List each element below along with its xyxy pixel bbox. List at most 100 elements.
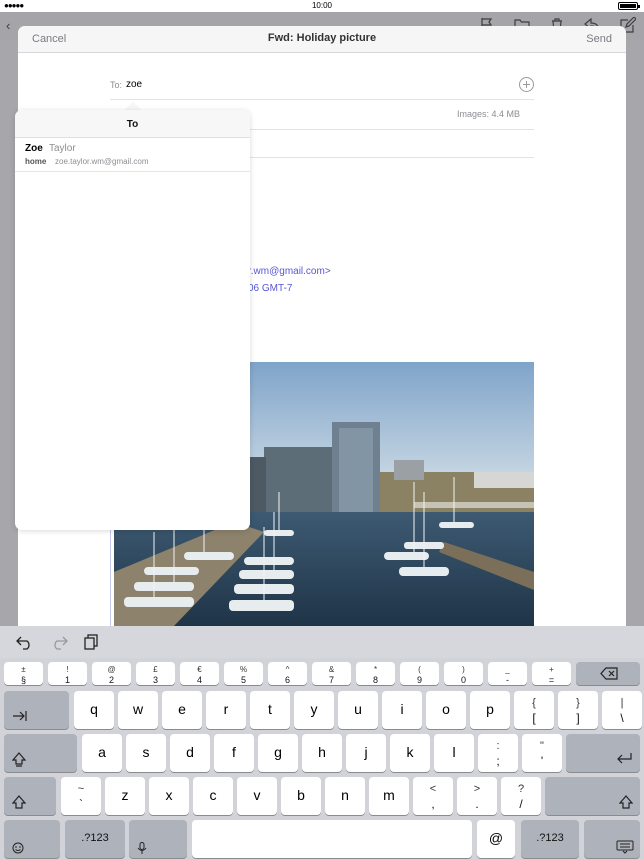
number-key[interactable]: ! 1 [48,662,87,685]
letter-key[interactable]: j [346,734,386,772]
letter-key[interactable]: l [434,734,474,772]
letter-key[interactable]: h [302,734,342,772]
number-key[interactable]: ± § [4,662,43,685]
letter-key[interactable]: g [258,734,298,772]
letter-key[interactable]: u [338,691,378,729]
letter-key[interactable]: o [426,691,466,729]
send-button[interactable]: Send [586,33,612,45]
key-label: .?123 [81,832,109,844]
number-key[interactable]: _ - [488,662,527,685]
to-field-row[interactable]: To: zoe [110,68,534,100]
key-shift-label: { [532,697,536,709]
key-shift-label: € [197,665,202,674]
number-key[interactable]: & 7 [312,662,351,685]
number-key[interactable]: ^ 6 [268,662,307,685]
battery-icon [618,2,640,10]
images-size[interactable]: Images: 4.4 MB [457,109,520,119]
symbol-key[interactable]: >. [457,777,497,815]
number-key[interactable]: ) 0 [444,662,483,685]
key-base-label: 9 [416,675,422,685]
key-base-label: 1 [64,675,70,685]
letter-key[interactable]: k [390,734,430,772]
number-key[interactable]: @2 [92,662,131,685]
letter-key[interactable]: p [470,691,510,729]
symbol-key[interactable]: " ' [522,734,562,772]
letter-key[interactable]: d [170,734,210,772]
letter-key[interactable]: b [281,777,321,815]
letter-key[interactable]: n [325,777,365,815]
key-label: k [406,744,414,760]
number-key[interactable]: + = [532,662,571,685]
letter-key[interactable]: f [214,734,254,772]
shift-icon [12,795,26,809]
emoji-icon [12,842,24,854]
paste-icon[interactable] [84,634,100,650]
symbol-key[interactable]: :; [478,734,518,772]
number-key[interactable]: £3 [136,662,175,685]
symbol-key[interactable]: | \ [602,691,642,729]
recipient-suggestions-popover: To Zoe Taylor home zoe.taylor.wm@gmail.c… [15,110,250,530]
numbers-key-right[interactable]: .?123 [521,820,579,858]
compose-nav-bar: Cancel Fwd: Holiday picture Send [18,26,626,53]
shift-key-left[interactable] [4,777,56,815]
key-shift-label: £ [153,665,158,674]
letter-key[interactable]: z [105,777,145,815]
key-base-label: / [519,797,523,811]
letter-key[interactable]: m [369,777,409,815]
symbol-key[interactable]: {[ [514,691,554,729]
letter-key[interactable]: c [193,777,233,815]
number-key[interactable]: % 5 [224,662,263,685]
letter-key[interactable]: w [118,691,158,729]
key-label: d [186,744,194,760]
symbol-key[interactable]: ? / [501,777,541,815]
letter-key[interactable]: x [149,777,189,815]
number-key[interactable]: (9 [400,662,439,685]
key-label: y [310,701,318,717]
quoted-date[interactable]: 06 GMT-7 [248,283,292,294]
symbol-key[interactable]: ~ ` [61,777,101,815]
key-shift-label: > [473,783,481,795]
suggestion-zoe-taylor[interactable]: Zoe Taylor home zoe.taylor.wm@gmail.com [15,138,250,172]
tab-key[interactable] [4,691,69,729]
suggestion-address-label: home [25,157,47,166]
key-label: x [165,787,173,803]
hide-keyboard-key[interactable] [584,820,640,858]
delete-key[interactable] [576,662,640,685]
numbers-key-left[interactable]: .?123 [65,820,125,858]
letter-key[interactable]: e [162,691,202,729]
return-key[interactable] [566,734,640,772]
key-label: l [452,744,456,760]
hide-keyboard-icon [616,840,634,854]
key-shift-label: < [429,783,437,795]
undo-icon[interactable] [16,634,34,650]
number-key[interactable]: * 8 [356,662,395,685]
status-bar: ●●●●● 10:00 [0,0,644,12]
letter-key[interactable]: i [382,691,422,729]
dictation-key[interactable] [129,820,187,858]
at-key[interactable]: @ [477,820,515,858]
letter-key[interactable]: r [206,691,246,729]
space-bar[interactable] [192,820,472,858]
redo-icon[interactable] [50,634,68,650]
key-base-label: ' [540,754,544,768]
shift-key-right[interactable] [545,777,640,815]
key-label: q [90,701,98,717]
key-shift-label: ! [66,665,69,674]
symbol-key[interactable]: }] [558,691,598,729]
suggestion-first-name: Zoe [25,143,43,154]
to-input[interactable]: zoe [126,79,142,90]
letter-key[interactable]: s [126,734,166,772]
number-key[interactable]: €4 [180,662,219,685]
caps-lock-key[interactable] [4,734,77,772]
add-contact-icon[interactable] [519,77,534,92]
quoted-sender-email[interactable]: r.wm@gmail.com> [248,266,331,277]
key-base-label: § [20,675,26,685]
letter-key[interactable]: q [74,691,114,729]
letter-key[interactable]: y [294,691,334,729]
symbol-key[interactable]: <, [413,777,453,815]
letter-key[interactable]: t [250,691,290,729]
emoji-key[interactable] [4,820,60,858]
key-label: u [354,701,362,717]
letter-key[interactable]: v [237,777,277,815]
letter-key[interactable]: a [82,734,122,772]
